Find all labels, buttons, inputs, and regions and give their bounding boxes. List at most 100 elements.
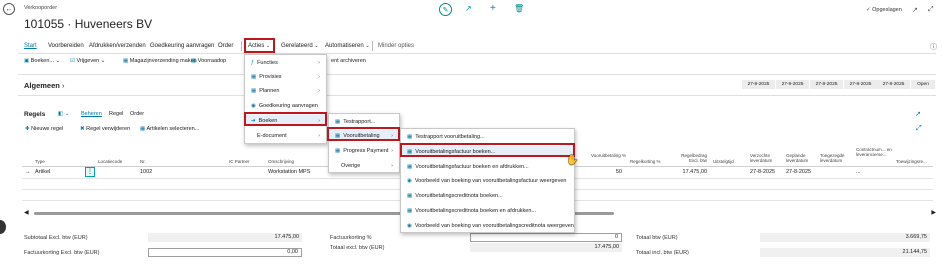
approval-icon: ◉: [251, 102, 256, 109]
menu-item-post-prepay-invoice[interactable]: ▦ Vooruitbetalingsfactuur boeken...: [401, 146, 574, 157]
archive-button[interactable]: ent archiveren: [331, 58, 366, 64]
print-icon: ▦: [407, 163, 413, 170]
menu-item-plannen[interactable]: ▦ Plannen ›: [245, 85, 326, 96]
create-shipment-button[interactable]: ▦ Magazijnverzending maken: [123, 58, 197, 64]
chevron-right-icon: ›: [318, 87, 320, 94]
menu-item-goedkeuring[interactable]: ◉ Goedkeuring aanvragen: [245, 100, 326, 111]
menu-item-vooruitbetaling[interactable]: ▦ Vooruitbetaling ›: [329, 130, 399, 141]
acties-menu: ƒ Functies › ▦ Provisies › ▦ Plannen › ◉ Goedke…: [244, 54, 327, 144]
tab-afdrukken[interactable]: Afdrukken/verzenden: [89, 43, 146, 49]
back-button[interactable]: ←: [3, 3, 15, 15]
menu-item-post-prepay-credit[interactable]: ▦ Vooruitbetalingscreditnota boeken...: [401, 190, 574, 201]
col-location: Locatiecode: [98, 159, 123, 164]
row-description[interactable]: Workstation MPS: [268, 169, 310, 175]
col-prepayment: Vooruitbetaling %: [590, 153, 626, 158]
col-planned-date: Geplande leverdatum: [786, 153, 809, 163]
stock-button[interactable]: ▦ Voorraadop: [191, 58, 226, 64]
expand-lines-icon[interactable]: ⤢: [916, 125, 922, 133]
col-nr: Nr.: [140, 159, 146, 164]
pin-icon[interactable]: ⓘ: [930, 42, 937, 52]
menu-item-overige[interactable]: Overige ›: [329, 160, 399, 171]
menu-item-post-print-prepay-invoice[interactable]: ▦ Vooruitbetalingsfactuur boeken en afdru…: [401, 161, 574, 172]
print-icon: ▦: [407, 207, 413, 214]
lines-tab-regel[interactable]: Regel: [109, 111, 123, 117]
tab-acties[interactable]: Acties ⌄: [248, 43, 270, 49]
invoice-discount-amount-input[interactable]: 0,00: [148, 248, 302, 257]
menu-item-functies[interactable]: ƒ Functies ›: [245, 57, 326, 68]
chevron-down-icon: ⌄: [266, 43, 271, 49]
chevron-down-icon: ⌄: [365, 43, 370, 49]
row-menu-button[interactable]: ⋮: [85, 167, 95, 177]
boeken-menu: ▦ Testrapport... ▦ Vooruitbetaling › ▦ Progr…: [328, 113, 400, 173]
row-requested-date[interactable]: 27-8-2025: [750, 169, 775, 175]
col-promised-date: Toegezegde leverdatum: [820, 153, 845, 163]
subtotal-value: 17.475,00: [148, 233, 302, 242]
menu-item-preview-prepay-invoice[interactable]: ◉ Voorbeeld van boeking van vooruitbetali…: [401, 175, 574, 186]
trash-icon: 🗑: [514, 4, 525, 13]
row-selector-icon[interactable]: →: [25, 169, 31, 175]
row-type[interactable]: Artikel: [35, 169, 50, 175]
chevron-right-icon: ›: [318, 59, 320, 66]
delete-line-button[interactable]: ✖ Regel verwijderen: [80, 126, 130, 132]
release-button[interactable]: ☑ Vrijgeven ⌄: [70, 58, 105, 64]
invoice-discount-pct-input[interactable]: 0: [470, 233, 622, 242]
collapse-icon[interactable]: ⤢: [928, 6, 934, 14]
date-field: 27-8-2025: [742, 80, 775, 89]
lines-options-button[interactable]: ◧ ⌄: [58, 111, 69, 117]
progress-payment-icon: ▦: [335, 147, 341, 154]
share-lines-icon[interactable]: ↗: [915, 110, 921, 118]
open-new-window-icon[interactable]: ↗: [912, 6, 918, 14]
row-contract[interactable]: ...: [856, 169, 861, 175]
saved-status: ✓ Opgeslagen: [866, 7, 902, 13]
preview-icon: ◉: [407, 222, 412, 229]
post-icon: ▣: [24, 58, 30, 64]
tab-automatiseren[interactable]: Automatiseren ⌄: [325, 43, 370, 49]
menu-item-edocument[interactable]: E-document ›: [245, 130, 326, 141]
tab-order[interactable]: Order: [218, 43, 233, 49]
edit-button[interactable]: ✎: [439, 3, 452, 16]
menu-item-testrapport[interactable]: ▦ Testrapport...: [329, 116, 399, 127]
row-amount[interactable]: 17.475,00: [672, 169, 707, 175]
scroll-right-icon: ▶: [931, 210, 936, 216]
mouse-cursor-icon: ✋: [566, 155, 579, 166]
menu-item-prepay-test-report[interactable]: ▦ Testrapport vooruitbetaling...: [401, 131, 574, 142]
select-items-button[interactable]: ▦ Artikelen selecteren...: [140, 126, 199, 132]
tab-goedkeuring[interactable]: Goedkeuring aanvragen: [150, 43, 214, 49]
pencil-icon: ✎: [442, 6, 449, 14]
menu-item-post-print-prepay-credit[interactable]: ▦ Vooruitbetalingscreditnota boeken en af…: [401, 205, 574, 216]
tab-minder-opties[interactable]: Minder opties: [378, 43, 414, 49]
menu-item-boeken[interactable]: ➜ Boeken ›: [245, 115, 326, 126]
row-nr[interactable]: 1002: [140, 169, 152, 175]
tab-voorbereiden[interactable]: Voorbereiden: [48, 43, 84, 49]
share-icon: ↗: [465, 4, 472, 13]
calendar-icon: ▦: [251, 87, 257, 94]
menu-item-preview-prepay-credit[interactable]: ◉ Voorbeeld van boeking van vooruitbetali…: [401, 220, 574, 231]
new-line-button[interactable]: ✚ Nieuwe regel: [25, 126, 63, 132]
post-button[interactable]: ▣ Boeken... ⌄: [24, 58, 60, 64]
function-icon: ƒ: [251, 59, 255, 66]
delete-line-icon: ✖: [80, 126, 85, 132]
warehouse-icon: ▦: [123, 58, 129, 64]
chevron-right-icon: ›: [391, 132, 393, 139]
row-prepayment[interactable]: 50: [596, 169, 622, 175]
lines-tab-beheren[interactable]: Beheren: [81, 111, 102, 117]
menu-item-provisies[interactable]: ▦ Provisies ›: [245, 71, 326, 82]
menu-item-progress-payment[interactable]: ▦ Progress Payment ›: [329, 145, 399, 156]
row-planned-date[interactable]: 27-8-2025: [786, 169, 811, 175]
new-button[interactable]: +: [490, 3, 496, 14]
lines-tab-order[interactable]: Order: [130, 111, 144, 117]
tab-gerelateerd[interactable]: Gerelateerd ⌄: [281, 43, 319, 49]
subtotal-label: Subtotaal Excl. btw (EUR): [24, 235, 88, 241]
tab-start[interactable]: Start: [24, 43, 37, 49]
total-vat-value: 3.669,75: [760, 233, 930, 242]
col-description: Omschrijving: [268, 159, 295, 164]
total-incl-label: Totaal incl. btw (EUR): [636, 250, 689, 256]
date-field: 27-8-2025: [844, 80, 877, 89]
share-button[interactable]: ↗: [465, 4, 472, 13]
delete-button[interactable]: 🗑: [514, 4, 524, 13]
commission-icon: ▦: [251, 73, 257, 80]
section-general-title[interactable]: Algemeen ›: [24, 81, 64, 90]
col-requested-date: Verzochte leverdatum: [750, 153, 773, 163]
report-icon: ▦: [335, 118, 341, 125]
side-handle[interactable]: [0, 220, 6, 234]
